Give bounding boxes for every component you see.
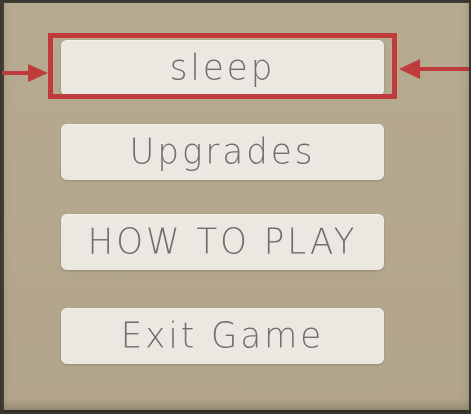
- arrow-left-icon: [399, 59, 471, 79]
- upgrades-button-label: Upgrades: [129, 131, 316, 173]
- main-menu: sleep Upgrades HOW TO PLAY Exit Game: [0, 0, 471, 414]
- arrow-right-icon: [0, 64, 48, 82]
- how-to-play-button[interactable]: HOW TO PLAY: [61, 214, 384, 270]
- how-to-play-button-label: HOW TO PLAY: [87, 221, 358, 263]
- exit-game-button-label: Exit Game: [120, 315, 325, 357]
- game-menu-screen: sleep Upgrades HOW TO PLAY Exit Game: [0, 0, 471, 414]
- exit-game-button[interactable]: Exit Game: [61, 308, 384, 364]
- sleep-button-label: sleep: [169, 47, 276, 89]
- sleep-button[interactable]: sleep: [61, 40, 384, 96]
- upgrades-button[interactable]: Upgrades: [61, 124, 384, 180]
